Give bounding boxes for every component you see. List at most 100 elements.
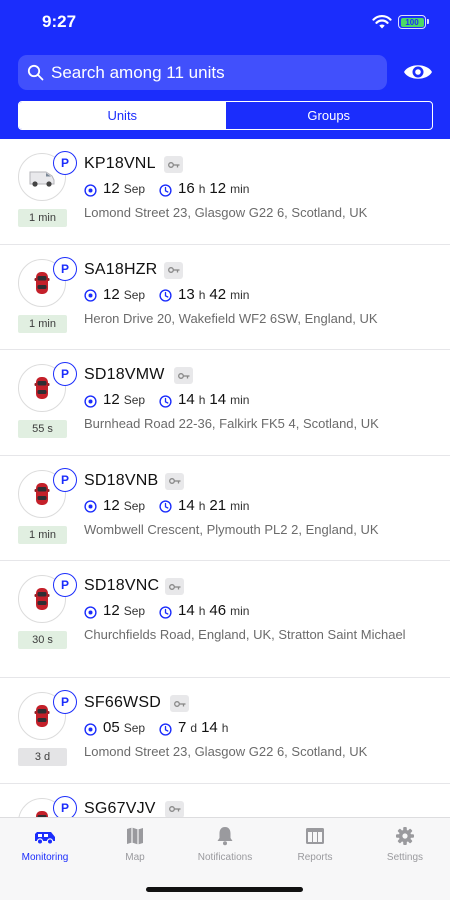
parking-badge: P bbox=[53, 795, 77, 817]
duration-unit-a: h bbox=[198, 604, 206, 618]
unit-address: Heron Drive 20, Wakefield WF2 6SW, Engla… bbox=[84, 310, 378, 326]
unit-name: SD18VNC bbox=[84, 577, 160, 594]
last-update-badge: 1 min bbox=[18, 314, 67, 333]
car-icon bbox=[34, 377, 50, 399]
key-icon bbox=[164, 261, 183, 279]
duration-unit-a: h bbox=[198, 498, 206, 513]
wifi-icon bbox=[372, 15, 392, 29]
tab-reports[interactable]: Reports bbox=[270, 826, 360, 876]
unit-name: KP18VNL bbox=[84, 155, 156, 172]
units-groups-segmented-control: Units Groups bbox=[18, 101, 433, 130]
key-icon bbox=[165, 800, 184, 817]
play-circle-icon bbox=[84, 500, 97, 513]
unit-name: SA18HZR bbox=[84, 260, 158, 278]
duration-value-a: 14 bbox=[178, 602, 195, 619]
date-day: 12 bbox=[103, 180, 120, 197]
duration-unit-b: min bbox=[230, 604, 250, 618]
date-day: 12 bbox=[103, 496, 120, 514]
date-month: Sep bbox=[123, 721, 146, 735]
date-month: Sep bbox=[123, 287, 146, 302]
eye-icon[interactable] bbox=[402, 60, 434, 84]
clock-icon bbox=[159, 394, 172, 408]
parking-badge: P bbox=[53, 467, 77, 492]
car-icon bbox=[34, 588, 50, 610]
unit-row[interactable]: P 55 s SD18VMW 12 Sep 14 h 14 min Burnhead Road 2… bbox=[0, 350, 450, 456]
key-icon bbox=[164, 156, 183, 173]
unit-row[interactable]: P1 min KP18VNL 12 Sep 16 h 12 min Lomond Street … bbox=[0, 139, 450, 245]
date-month: Sep bbox=[123, 498, 146, 513]
unit-meta: 12 Sep 14 h 14 min bbox=[84, 391, 253, 411]
unit-row[interactable]: P SG67VJV bbox=[0, 784, 450, 817]
car-icon bbox=[34, 705, 50, 727]
parking-badge: P bbox=[53, 151, 77, 175]
duration-unit-b: min bbox=[230, 287, 250, 302]
unit-name: SD18VNB bbox=[84, 471, 159, 489]
duration-value-b: 46 bbox=[209, 602, 227, 619]
unit-meta: 12 Sep 14 h 21 min bbox=[84, 497, 253, 517]
date-day: 12 bbox=[103, 391, 120, 408]
map-icon bbox=[127, 827, 143, 845]
duration-unit-a: d bbox=[190, 721, 198, 735]
segment-units[interactable]: Units bbox=[19, 102, 226, 129]
duration-value-b: 42 bbox=[209, 285, 227, 303]
unit-address: Lomond Street 23, Glasgow G22 6, Scotlan… bbox=[84, 205, 368, 220]
last-update-badge: 30 s bbox=[18, 631, 67, 649]
search-placeholder: Search among 11 units bbox=[51, 63, 225, 82]
clock-icon bbox=[159, 722, 172, 736]
unit-row[interactable]: P 1 min SD18VNB 12 Sep 14 h 21 min Wombwell Cresc… bbox=[0, 456, 450, 561]
unit-meta: 12 Sep 16 h 12 min bbox=[84, 180, 253, 200]
parking-badge: P bbox=[53, 362, 77, 386]
parking-badge: P bbox=[53, 690, 77, 714]
duration-value-b: 21 bbox=[209, 496, 227, 514]
tab-label: Map bbox=[125, 852, 145, 863]
clock-icon bbox=[159, 183, 172, 197]
unit-row[interactable]: P 3 d SF66WSD 05 Sep 7 d 14 h Lomond Street 23, G… bbox=[0, 678, 450, 784]
tab-monitoring[interactable]: Monitoring bbox=[0, 826, 90, 876]
unit-name: SD18VMW bbox=[84, 366, 165, 383]
duration-value-a: 7 bbox=[178, 719, 187, 736]
status-bar: 9:27 100 bbox=[0, 0, 450, 44]
date-month: Sep bbox=[123, 393, 146, 407]
date-day: 12 bbox=[103, 602, 120, 619]
date-month: Sep bbox=[123, 604, 146, 618]
battery-level: 100 bbox=[405, 17, 419, 27]
duration-value-a: 14 bbox=[178, 391, 195, 408]
last-update-badge: 3 d bbox=[18, 748, 67, 766]
parking-badge: P bbox=[53, 573, 77, 597]
battery-icon: 100 bbox=[398, 15, 429, 29]
unit-name: SF66WSD bbox=[84, 694, 161, 711]
unit-meta: 05 Sep 7 d 14 h bbox=[84, 719, 232, 739]
duration-value-a: 14 bbox=[178, 496, 195, 514]
reports-icon bbox=[306, 828, 324, 844]
unit-name: SG67VJV bbox=[84, 799, 156, 817]
duration-unit-a: h bbox=[198, 287, 206, 302]
duration-unit-b: min bbox=[230, 498, 250, 513]
unit-address: Lomond Street 23, Glasgow G22 6, Scotlan… bbox=[84, 744, 368, 759]
last-update-badge: 1 min bbox=[18, 209, 67, 227]
parking-badge: P bbox=[53, 256, 77, 281]
tab-map[interactable]: Map bbox=[90, 826, 180, 876]
unit-row[interactable]: P 1 min SA18HZR 12 Sep 13 h 42 min Heron Drive 20… bbox=[0, 245, 450, 350]
duration-unit-b: min bbox=[230, 182, 250, 196]
unit-address: Churchfields Road, England, UK, Stratton… bbox=[84, 627, 406, 642]
unit-row[interactable]: P 30 s SD18VNC 12 Sep 14 h 46 min Churchfields Ro… bbox=[0, 561, 450, 678]
tab-label: Reports bbox=[297, 852, 333, 863]
duration-value-b: 14 bbox=[209, 391, 227, 408]
key-icon bbox=[165, 578, 184, 595]
monitoring-icon bbox=[35, 832, 55, 845]
tab-settings[interactable]: Settings bbox=[360, 826, 450, 876]
segment-groups[interactable]: Groups bbox=[226, 102, 433, 129]
duration-value-a: 16 bbox=[178, 180, 195, 197]
app-header: 9:27 100 Search among 11 units Units Gro… bbox=[0, 0, 450, 139]
search-input[interactable]: Search among 11 units bbox=[18, 55, 387, 90]
bell-icon bbox=[217, 827, 233, 846]
play-circle-icon bbox=[84, 605, 97, 619]
date-day: 12 bbox=[103, 285, 120, 303]
duration-unit-a: h bbox=[198, 182, 206, 196]
tab-notifications[interactable]: Notifications bbox=[180, 826, 270, 876]
key-icon bbox=[174, 367, 193, 384]
unit-address: Burnhead Road 22-36, Falkirk FK5 4, Scot… bbox=[84, 416, 379, 431]
unit-address: Wombwell Crescent, Plymouth PL2 2, Engla… bbox=[84, 521, 379, 537]
duration-value-a: 13 bbox=[178, 285, 195, 303]
date-month: Sep bbox=[123, 182, 146, 196]
